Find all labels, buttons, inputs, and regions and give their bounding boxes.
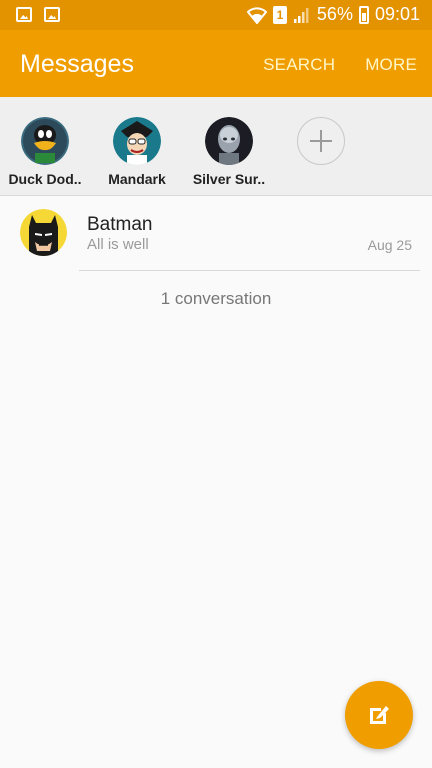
add-priority-sender-button[interactable] [297,117,345,165]
conversation-preview: All is well [87,236,149,253]
conversation-name: Batman [87,214,153,235]
contact-duck-dodgers[interactable]: Duck Dod.. [0,117,90,187]
conversation-date: Aug 25 [367,237,412,253]
clock: 09:01 [374,4,420,24]
conversation-count: 1 conversation [160,289,272,308]
screenshot-icon [44,7,60,22]
conversation-row[interactable]: Batman All is well Aug 25 [0,197,432,271]
duck-dodgers-avatar [21,117,69,165]
divider [79,270,420,271]
battery-percent: 56% [316,4,353,24]
battery-charging-icon [358,5,369,24]
compose-button[interactable] [345,681,413,749]
compose-icon [370,706,389,724]
mandark-avatar [113,117,161,165]
priority-senders-bar: Duck Dod.. Mandark Silver Sur.. [0,97,432,196]
page-title: Messages [20,50,134,78]
contact-name: Silver Sur.. [192,171,266,187]
plus-icon [310,130,332,152]
wifi-icon [246,6,267,24]
contact-silver-surfer[interactable]: Silver Sur.. [184,117,274,187]
silver-surfer-avatar [205,117,253,165]
contact-name: Duck Dod.. [8,171,82,187]
gallery-icon [16,7,32,22]
app-bar: Messages SEARCH MORE [0,30,432,97]
contact-mandark[interactable]: Mandark [92,117,182,187]
signal-icon [293,7,309,23]
batman-avatar [20,209,67,256]
more-button[interactable]: MORE [365,55,417,75]
status-bar: 1 56% 09:01 [0,0,432,30]
contact-name: Mandark [108,171,166,187]
search-button[interactable]: SEARCH [263,55,335,75]
sim-icon: 1 [272,5,287,24]
